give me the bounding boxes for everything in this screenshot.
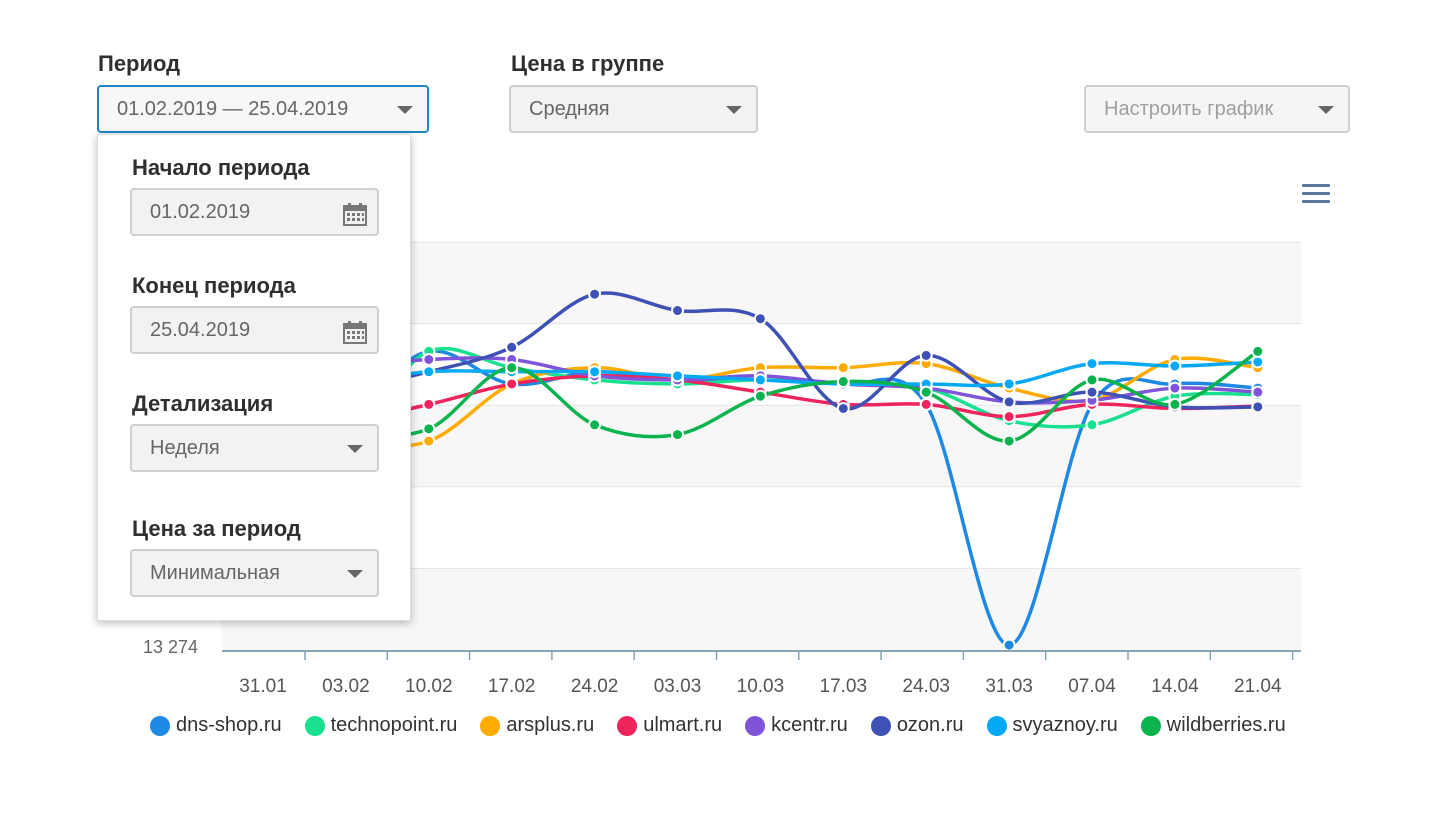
detail-value: Неделя [150,437,220,459]
data-point[interactable] [836,361,850,375]
data-point[interactable] [671,428,684,442]
legend-marker [745,715,766,736]
x-tick-label: 10.02 [405,676,453,697]
data-point[interactable] [422,353,436,367]
x-tick-label: 14.04 [1151,676,1199,697]
data-point[interactable] [919,385,933,399]
x-tick-label: 03.02 [322,676,370,697]
calendar-icon[interactable] [343,202,367,226]
legend-label: kcentr.ru [771,714,848,736]
period-price-select[interactable]: Минимальная [130,549,379,597]
x-tick-label: 17.03 [820,676,868,697]
data-point[interactable] [588,287,602,301]
chevron-down-icon [347,445,363,453]
legend-label: ozon.ru [896,714,964,736]
data-point[interactable] [753,312,767,326]
legend-label: dns-shop.ru [176,714,282,736]
legend-item[interactable]: ozon.ru [870,714,964,737]
data-point[interactable] [1002,377,1016,391]
y-tick-label: 13 274 [143,637,199,657]
data-point[interactable] [1085,385,1099,399]
data-point[interactable] [1002,434,1016,448]
start-date-value: 01.02.2019 [150,201,251,223]
data-point[interactable] [1251,385,1265,399]
legend-item[interactable]: ulmart.ru [617,714,722,737]
data-point[interactable] [1085,418,1099,432]
data-point[interactable] [1168,381,1182,395]
data-point[interactable] [588,365,602,379]
start-date-input[interactable]: 01.02.2019 [130,188,379,236]
x-tick-label: 24.02 [571,676,619,697]
data-point[interactable] [1251,400,1265,414]
legend-label: wildberries.ru [1166,714,1286,736]
period-dropdown-panel: Начало периода 01.02.2019 Конец периода … [97,134,411,621]
x-tick-label: 21.04 [1234,676,1282,697]
data-point[interactable] [422,397,436,411]
legend-item[interactable]: svyaznoy.ru [986,714,1118,737]
legend-marker [870,715,891,736]
legend-marker [304,715,325,736]
data-point[interactable] [1251,344,1265,358]
data-point[interactable] [1251,355,1265,369]
legend-item[interactable]: wildberries.ru [1140,714,1286,737]
data-point[interactable] [1002,638,1016,652]
legend-label: arsplus.ru [506,714,595,736]
data-point[interactable] [753,389,767,403]
detail-select[interactable]: Неделя [130,424,379,472]
data-point[interactable] [919,348,933,362]
legend-label: svyaznoy.ru [1012,714,1118,736]
calendar-icon[interactable] [343,320,367,344]
x-tick-label: 31.03 [985,676,1033,697]
x-tick-label: 24.03 [902,676,950,697]
chart-legend: dns-shop.ru technopoint.ru arsplus.ru ulmar… [150,714,1309,737]
end-date-value: 25.04.2019 [150,319,251,341]
data-point[interactable] [836,401,850,415]
legend-marker [617,715,638,736]
start-period-label: Начало периода [132,155,310,180]
data-point[interactable] [836,375,850,389]
legend-marker [1140,715,1161,736]
data-point[interactable] [422,434,436,448]
x-tick-label: 10.03 [737,676,785,697]
legend-label: technopoint.ru [330,714,458,736]
legend-marker [480,715,501,736]
legend-item[interactable]: arsplus.ru [480,714,594,737]
end-period-label: Конец периода [132,273,296,298]
data-point[interactable] [1168,397,1182,411]
x-tick-label: 17.02 [488,676,536,697]
data-point[interactable] [422,422,436,436]
legend-marker [986,715,1007,736]
data-point[interactable] [1002,410,1016,424]
data-point[interactable] [753,373,767,387]
legend-item[interactable]: technopoint.ru [304,714,458,737]
data-point[interactable] [1085,357,1099,371]
legend-item[interactable]: dns-shop.ru [150,714,282,737]
data-point[interactable] [505,361,519,375]
data-point[interactable] [505,377,519,391]
data-point[interactable] [1085,373,1099,387]
legend-label: ulmart.ru [643,714,723,736]
period-price-value: Минимальная [150,562,281,584]
data-point[interactable] [588,418,602,432]
legend-marker [150,715,170,736]
data-point[interactable] [1168,359,1182,373]
x-tick-label: 07.04 [1068,676,1116,697]
data-point[interactable] [1002,395,1016,409]
legend-item[interactable]: kcentr.ru [745,714,848,737]
data-point[interactable] [505,340,519,354]
data-point[interactable] [671,304,684,318]
data-point[interactable] [671,369,684,383]
end-date-input[interactable]: 25.04.2019 [130,306,379,354]
period-price-label: Цена за период [132,516,301,541]
x-tick-label: 31.01 [239,676,287,697]
detail-label: Детализация [132,391,274,416]
x-tick-label: 03.03 [654,676,702,697]
data-point[interactable] [422,365,436,379]
chevron-down-icon [347,570,363,578]
data-point[interactable] [919,397,933,411]
